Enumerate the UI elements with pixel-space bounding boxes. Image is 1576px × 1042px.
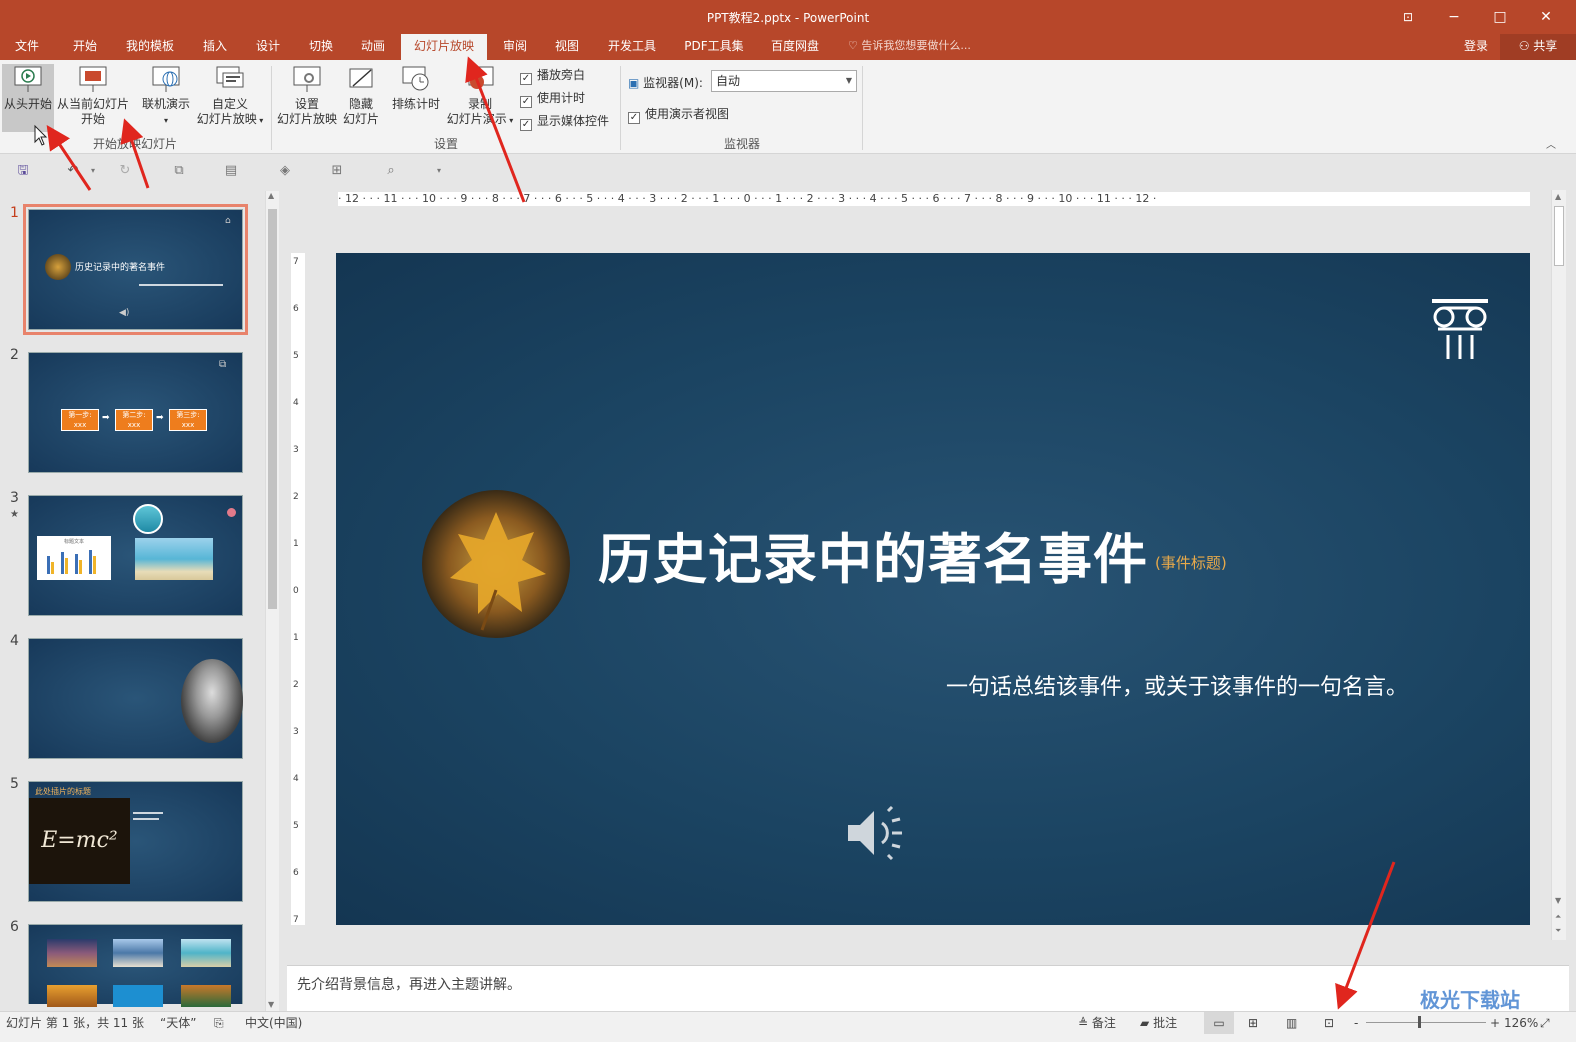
annotation-arrows [34,56,1396,1010]
powerpoint-window: PPT教程2.pptx - PowerPoint ⊡ − □ ✕ 文件 开始 我… [0,0,1576,1042]
